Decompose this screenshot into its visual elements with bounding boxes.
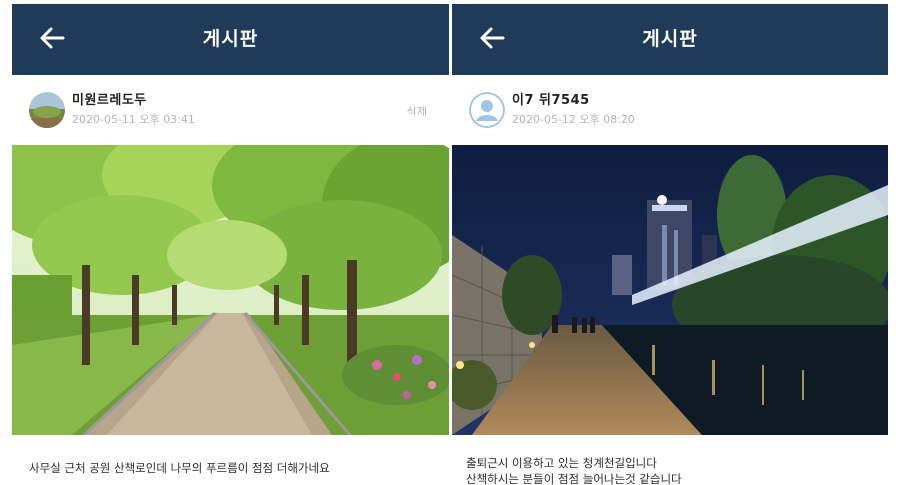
app-bar: 게시판 — [452, 4, 888, 75]
left-post-screen: 게시판 미원르레도두 2020-05-11 오후 03:41 삭제 사무실 근처… — [12, 4, 449, 485]
post-header: 미원르레도두 2020-05-11 오후 03:41 삭제 — [12, 80, 449, 144]
arrow-left-icon — [480, 27, 505, 49]
post-date: 2020-05-11 오후 03:41 — [72, 113, 195, 126]
author-name[interactable]: 이7 뒤7545 — [512, 89, 590, 108]
page-title: 게시판 — [642, 28, 698, 50]
post-caption: 출퇴근시 이용하고 있는 청계천길입니다 산책하시는 분들이 점점 늘어나는것 … — [452, 436, 888, 485]
arrow-left-icon — [40, 27, 65, 49]
back-button[interactable] — [472, 20, 512, 56]
post-caption: 사무실 근처 공원 산책로인데 나무의 푸르름이 점점 더해가네요 — [12, 436, 449, 485]
person-icon — [469, 92, 505, 128]
post-photo[interactable] — [452, 145, 888, 435]
post-date: 2020-05-12 오후 08:20 — [512, 113, 635, 126]
night-walkway-image — [452, 145, 888, 435]
caption-text-line2: 산책하시는 분들이 점점 늘어나는것 같습니다 — [466, 472, 682, 485]
post-photo[interactable] — [12, 145, 449, 435]
page-title: 게시판 — [202, 28, 259, 50]
right-post-screen: 게시판 이7 뒤7545 2020-05-12 오후 08:20 출퇴근시 이용… — [452, 4, 888, 485]
author-name[interactable]: 미원르레도두 — [72, 89, 147, 108]
app-bar: 게시판 — [12, 4, 449, 75]
avatar[interactable] — [469, 92, 505, 128]
post-header: 이7 뒤7545 2020-05-12 오후 08:20 — [452, 80, 888, 144]
back-button[interactable] — [32, 20, 72, 56]
park-path-image — [12, 145, 449, 435]
avatar[interactable] — [29, 92, 65, 128]
caption-text-line1: 출퇴근시 이용하고 있는 청계천길입니다 — [466, 456, 657, 470]
caption-text: 사무실 근처 공원 산책로인데 나무의 푸르름이 점점 더해가네요 — [29, 461, 330, 475]
delete-button[interactable]: 삭제 — [407, 103, 427, 119]
